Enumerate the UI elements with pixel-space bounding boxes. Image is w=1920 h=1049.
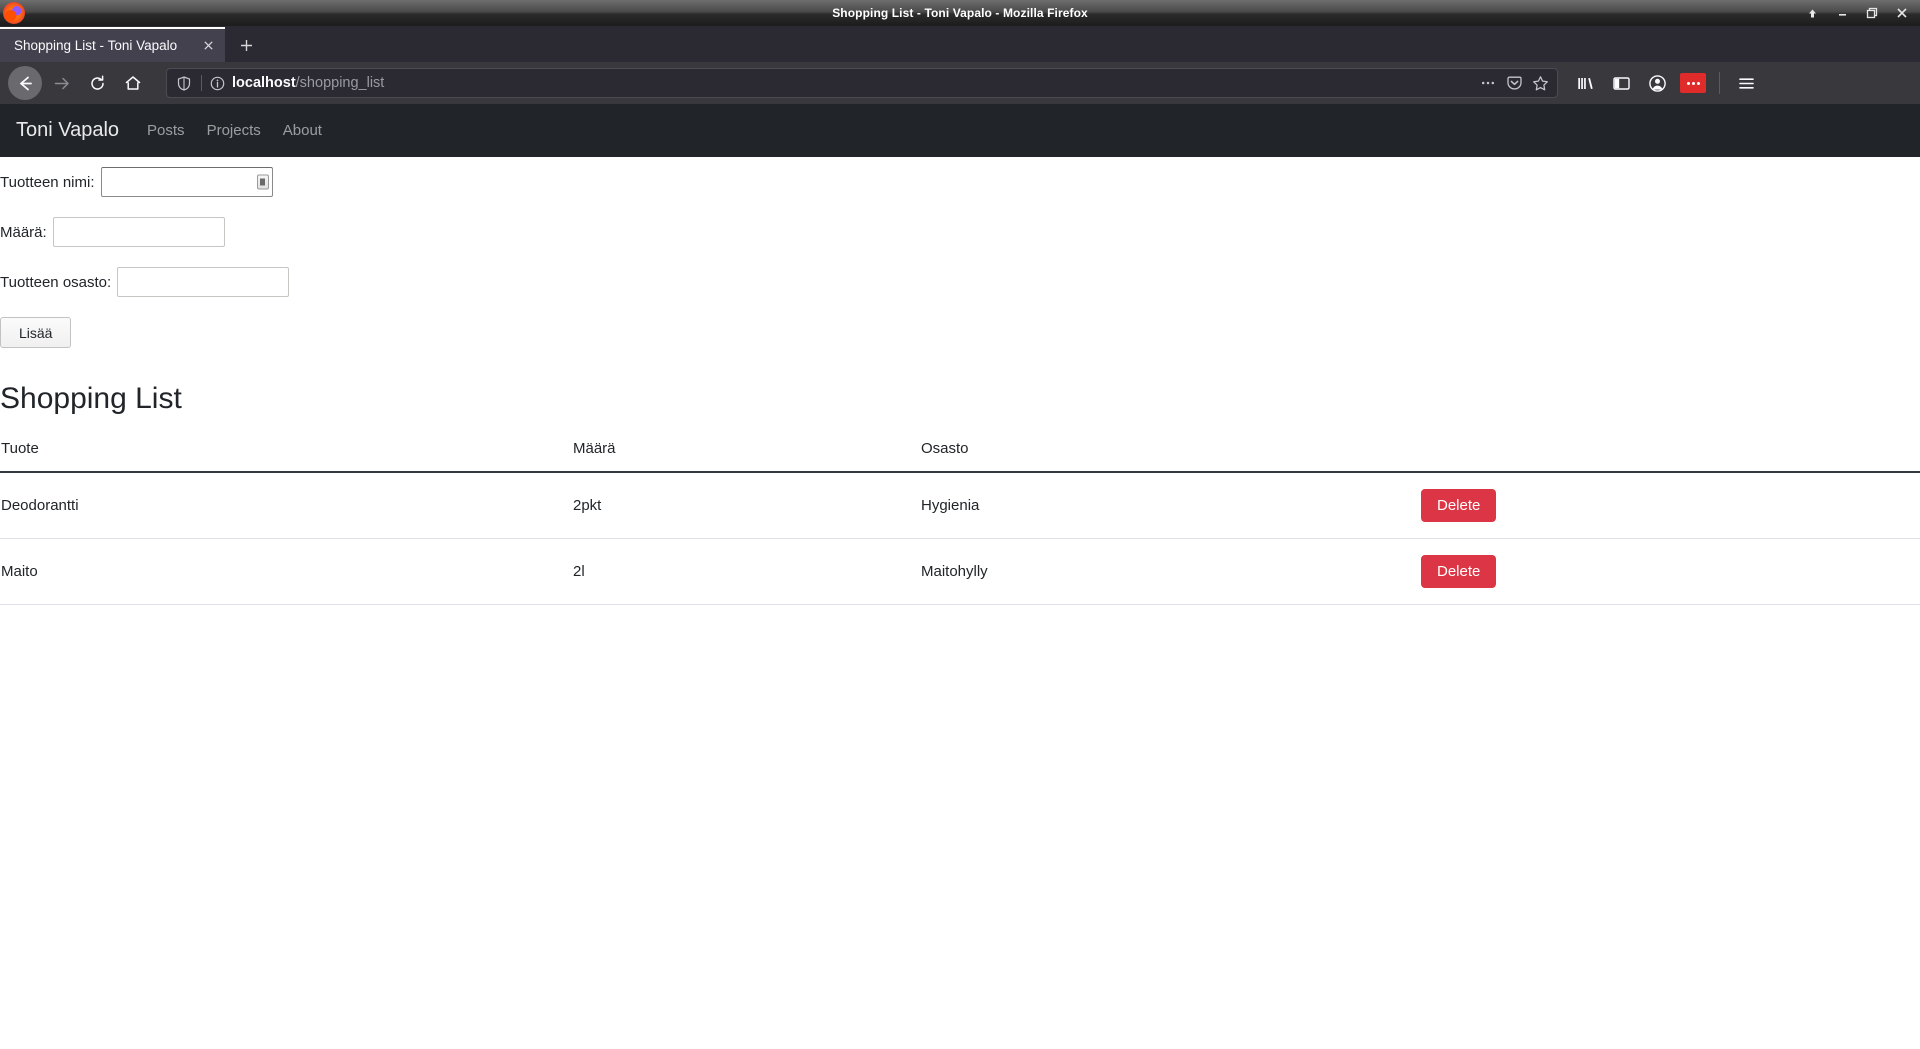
delete-button[interactable]: Delete (1421, 555, 1497, 588)
page-actions-icon[interactable] (1475, 70, 1501, 96)
web-page-viewport: Toni Vapalo Posts Projects About Tuottee… (0, 104, 1920, 1049)
app-menu-icon[interactable] (1729, 66, 1763, 100)
toolbar-divider (1719, 72, 1720, 94)
shade-window-button[interactable] (1798, 2, 1826, 24)
department-input[interactable] (117, 267, 290, 297)
sidebar-toggle-icon[interactable] (1604, 66, 1638, 100)
back-button[interactable] (8, 66, 42, 100)
browser-navigation-toolbar: localhost/shopping_list (0, 62, 1920, 104)
extension-dot (1696, 81, 1700, 85)
nav-link-posts[interactable]: Posts (147, 122, 185, 139)
table-row: Deodorantti 2pkt Hygienia Delete (0, 472, 1920, 539)
label-quantity: Määrä: (0, 223, 47, 241)
column-header-tuote: Tuote (0, 440, 573, 473)
window-title-bar: Shopping List - Toni Vapalo - Mozilla Fi… (0, 0, 1920, 26)
extension-dot (1691, 81, 1695, 85)
cell-tuote: Deodorantti (0, 472, 573, 539)
window-controls (1798, 0, 1916, 26)
firefox-logo-icon (3, 2, 25, 24)
url-host: localhost (232, 75, 296, 91)
table-header: Tuote Määrä Osasto (0, 440, 1920, 473)
form-row-product-name: Tuotteen nimi: (0, 157, 1920, 207)
page-content: Tuotteen nimi: Määrä: Tuotteen osasto: L… (0, 157, 1920, 605)
cell-actions: Delete (1421, 472, 1920, 539)
column-header-maara: Määrä (573, 440, 921, 473)
product-name-input[interactable] (100, 167, 273, 197)
url-path: /shopping_list (295, 75, 385, 91)
new-tab-icon[interactable] (229, 28, 263, 62)
cell-osasto: Maitohylly (921, 538, 1421, 605)
bookmark-star-icon[interactable] (1527, 70, 1553, 96)
close-window-button[interactable] (1888, 2, 1916, 24)
home-button[interactable] (116, 66, 150, 100)
extension-icon[interactable] (1676, 66, 1710, 100)
form-row-quantity: Määrä: (0, 207, 1920, 257)
column-header-osasto: Osasto (921, 440, 1421, 473)
form-row-department: Tuotteen osasto: (0, 257, 1920, 307)
site-brand[interactable]: Toni Vapalo (16, 119, 119, 142)
quantity-input[interactable] (52, 217, 225, 247)
urlbar-divider (201, 75, 202, 91)
address-bar-text[interactable]: localhost/shopping_list (232, 75, 1475, 91)
table-body: Deodorantti 2pkt Hygienia Delete Maito 2… (0, 472, 1920, 605)
datalist-dropdown-icon[interactable] (256, 174, 269, 190)
table-header-row: Tuote Määrä Osasto (0, 440, 1920, 473)
cell-maara: 2pkt (573, 472, 921, 539)
reload-button[interactable] (80, 66, 114, 100)
tracking-protection-shield-icon[interactable] (173, 72, 195, 94)
library-icon[interactable] (1568, 66, 1602, 100)
site-information-icon[interactable] (208, 74, 226, 92)
extension-badge[interactable] (1680, 73, 1706, 93)
delete-button[interactable]: Delete (1421, 489, 1497, 522)
cell-actions: Delete (1421, 538, 1920, 605)
table-row: Maito 2l Maitohylly Delete (0, 538, 1920, 605)
cell-maara: 2l (573, 538, 921, 605)
nav-link-projects[interactable]: Projects (207, 122, 261, 139)
maximize-window-button[interactable] (1858, 2, 1886, 24)
column-header-actions (1421, 440, 1920, 473)
nav-link-about[interactable]: About (283, 122, 322, 139)
forward-button[interactable] (44, 66, 78, 100)
site-navbar: Toni Vapalo Posts Projects About (0, 104, 1920, 157)
account-icon[interactable] (1640, 66, 1674, 100)
shopping-list-table: Tuote Määrä Osasto Deodorantti 2pkt Hygi… (0, 440, 1920, 605)
cell-tuote: Maito (0, 538, 573, 605)
browser-tab[interactable]: Shopping List - Toni Vapalo (0, 27, 225, 62)
page-title: Shopping List (0, 382, 182, 415)
add-item-button[interactable]: Lisää (0, 317, 72, 348)
label-department: Tuotteen osasto: (0, 273, 112, 291)
pocket-save-icon[interactable] (1501, 70, 1527, 96)
label-product-name: Tuotteen nimi: (0, 173, 95, 191)
extension-dot (1686, 81, 1690, 85)
browser-tab-bar: Shopping List - Toni Vapalo (0, 26, 1920, 62)
close-tab-icon[interactable] (197, 35, 219, 57)
browser-tab-label: Shopping List - Toni Vapalo (14, 38, 178, 53)
cell-osasto: Hygienia (921, 472, 1421, 539)
address-bar[interactable]: localhost/shopping_list (166, 68, 1558, 98)
minimize-window-button[interactable] (1828, 2, 1856, 24)
browser-toolbar-actions (1568, 66, 1765, 100)
window-title: Shopping List - Toni Vapalo - Mozilla Fi… (832, 6, 1088, 20)
